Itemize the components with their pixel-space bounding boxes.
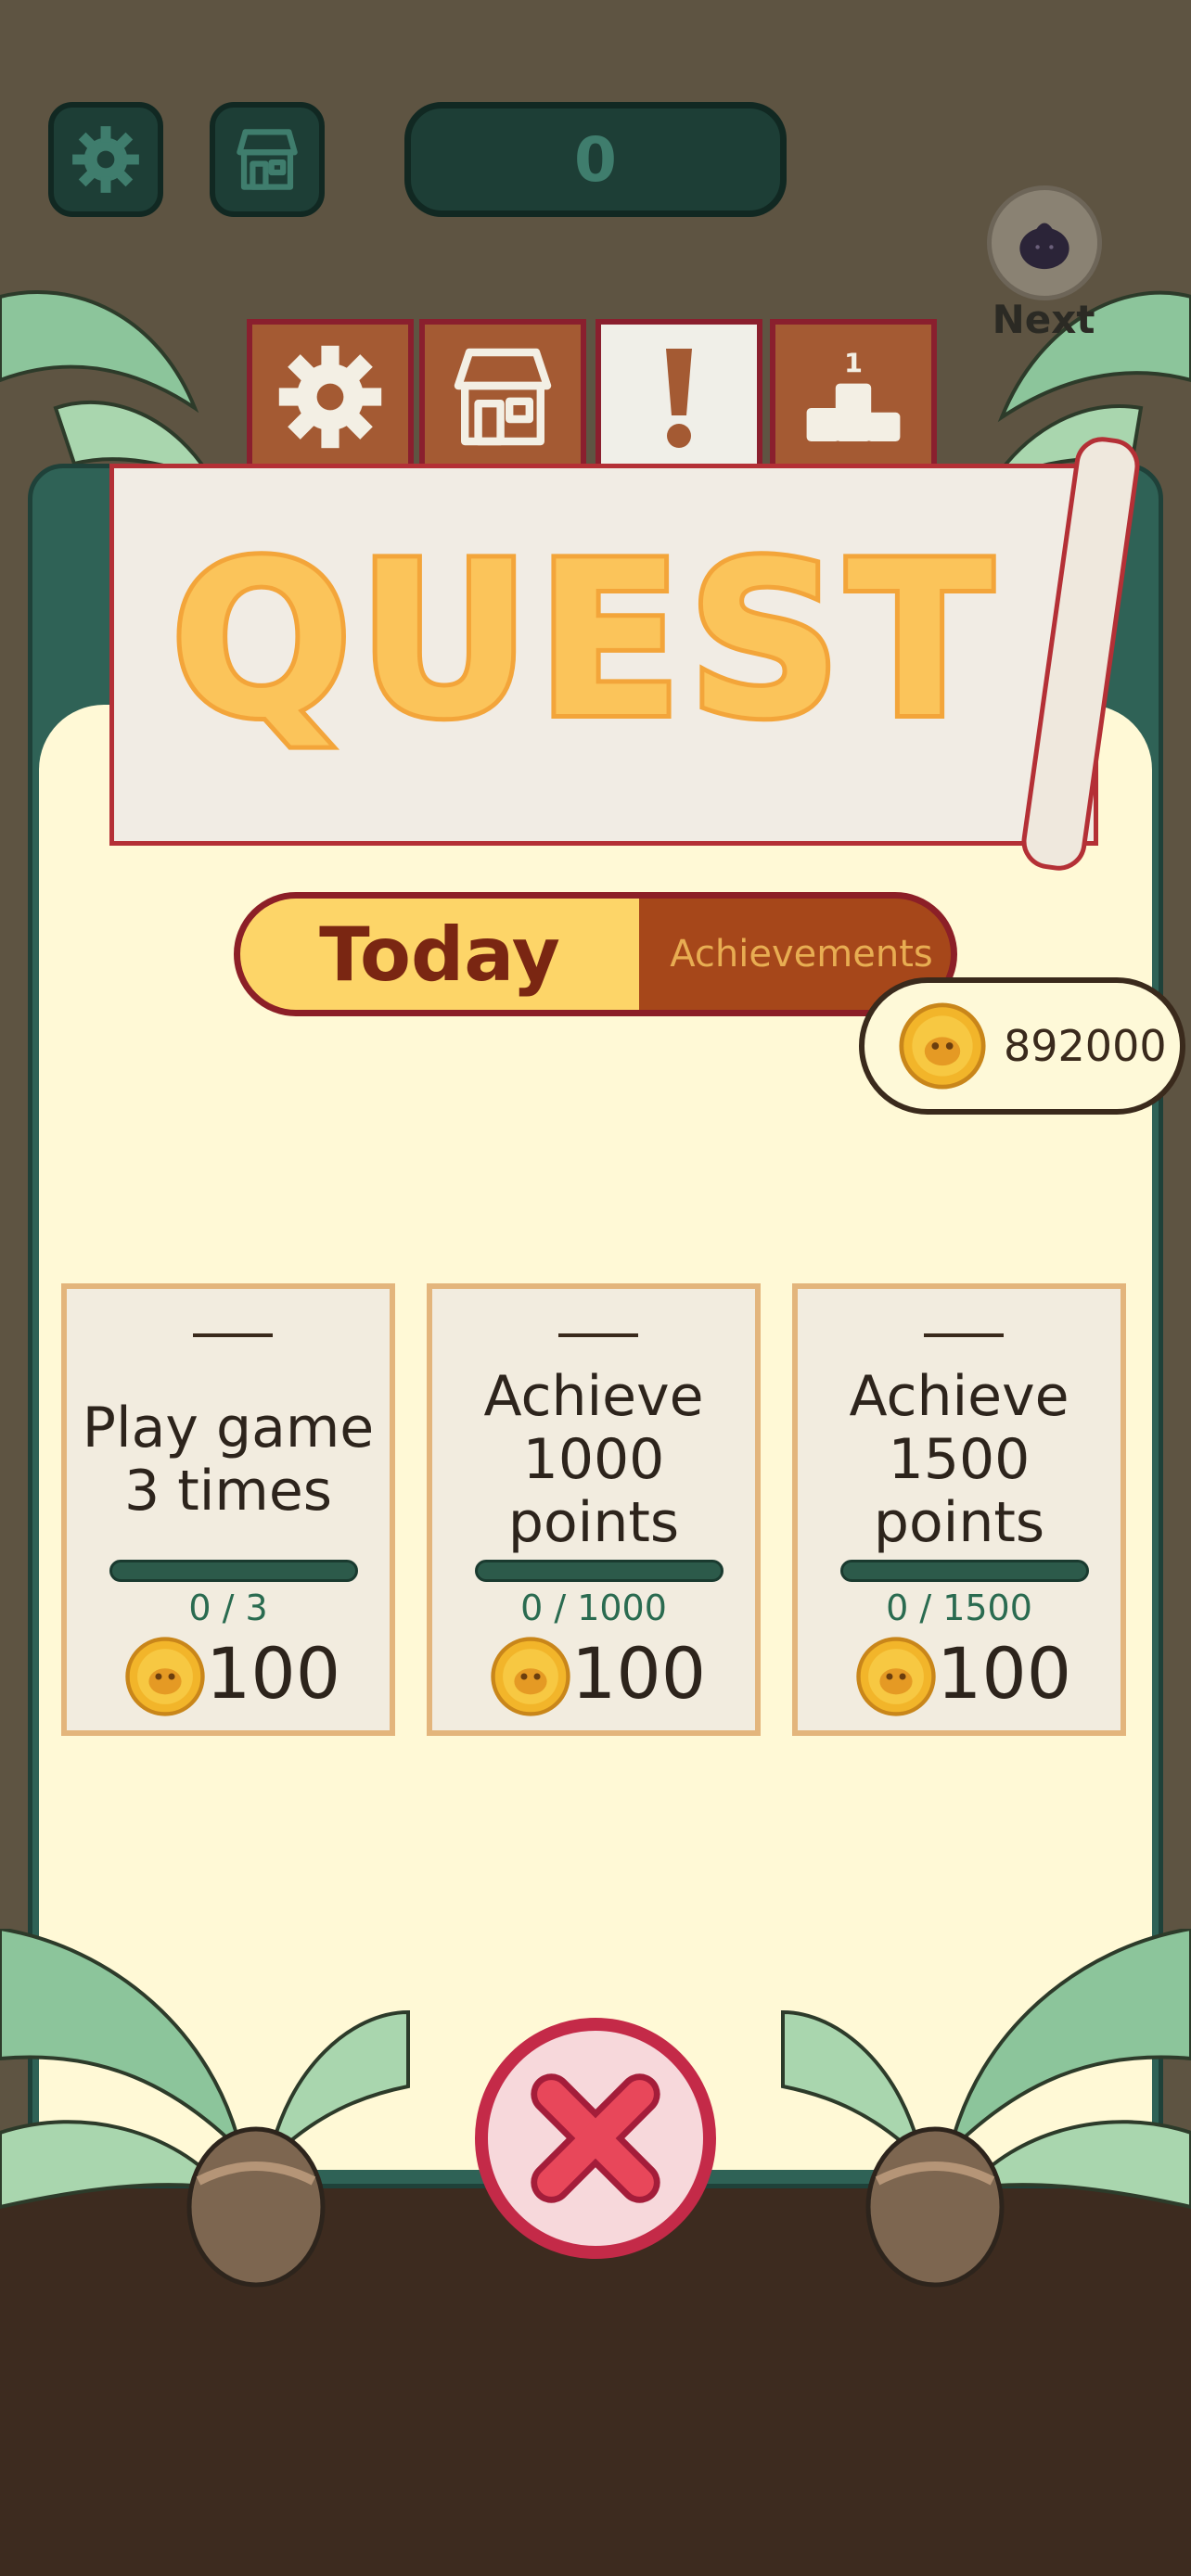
tab-quest[interactable] [596,319,762,475]
close-icon [531,2073,660,2203]
exclamation-icon [666,349,692,448]
card-divider [558,1333,638,1337]
quest-title-text: Play game 3 times [82,1396,375,1524]
quest-title-text: Achieve 1500 points [849,1364,1069,1555]
tab-shop[interactable] [419,319,586,475]
quest-type-toggle: Today Achievements [234,892,957,1016]
quest-card[interactable]: Achieve 1500 points 0 / 1500 100 [792,1283,1126,1736]
tab-today[interactable]: Today [240,899,639,1010]
card-divider [193,1333,273,1337]
monkey-coin-icon [899,1002,986,1090]
quest-card[interactable]: Play game 3 times 0 / 3 100 [61,1283,395,1736]
card-divider [924,1333,1004,1337]
podium-icon: 1 [806,348,901,441]
quest-reward-amount: 100 [206,1632,341,1715]
coconut-palm-left [0,1929,410,2288]
shop-icon [454,348,552,446]
monkey-coin-icon [491,1637,570,1716]
svg-text:QUEST: QUEST [171,517,998,765]
quest-reward-amount: 100 [937,1632,1072,1715]
monkey-coin-icon [125,1637,205,1716]
gear-icon [72,126,139,193]
quest-progress-bar [475,1560,724,1582]
settings-button[interactable] [48,102,163,217]
quest-card[interactable]: Achieve 1000 points 0 / 1000 100 [427,1283,761,1736]
score-display: 0 [404,102,787,217]
shop-button[interactable] [210,102,325,217]
close-button[interactable] [475,2018,716,2259]
coconut-palm-right [781,1929,1191,2288]
monkey-coin-icon [856,1637,936,1716]
next-label: Next [992,297,1095,342]
tab-leaderboard[interactable]: 1 [770,319,937,475]
quest-progress-text: 0 / 3 [188,1588,268,1628]
quest-progress-bar [109,1560,358,1582]
quest-title: QUEST [166,513,998,770]
quest-progress-bar [840,1560,1089,1582]
coin-balance-amount: 892000 [1004,1021,1167,1071]
svg-text:1: 1 [844,348,863,379]
gear-icon [278,345,382,449]
character-silhouette-icon [1019,223,1069,270]
quest-progress-text: 0 / 1000 [520,1588,667,1628]
quest-title-text: Achieve 1000 points [483,1364,704,1555]
shop-icon [237,129,298,190]
quest-progress-text: 0 / 1500 [886,1588,1032,1628]
coin-balance: 892000 [859,977,1185,1115]
quest-reward-amount: 100 [571,1632,707,1715]
tab-settings[interactable] [247,319,414,475]
next-character-button[interactable] [987,185,1102,300]
